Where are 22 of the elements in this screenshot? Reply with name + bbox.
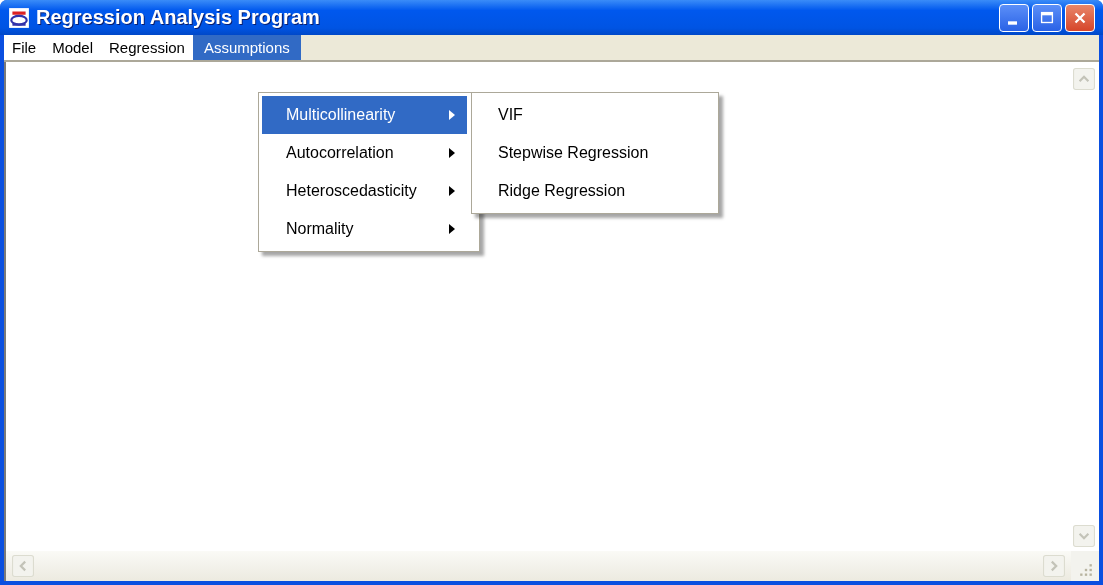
menu-bar-item[interactable]: Assumptions	[192, 35, 301, 60]
menu-item[interactable]: Heteroscedasticity	[262, 172, 467, 210]
close-button[interactable]	[1065, 3, 1095, 32]
scroll-up-icon[interactable]	[1073, 68, 1095, 90]
scroll-right-icon[interactable]	[1043, 555, 1065, 577]
menu-bar-item[interactable]: File	[4, 35, 45, 60]
scroll-down-icon[interactable]	[1073, 525, 1095, 547]
app-icon	[8, 6, 30, 29]
maximize-button[interactable]	[1032, 3, 1062, 32]
menu-item[interactable]: VIF	[472, 96, 718, 134]
scroll-left-icon[interactable]	[12, 555, 34, 577]
minimize-icon	[1007, 20, 1017, 25]
window-title: Regression Analysis Program	[36, 6, 321, 29]
menu-bar-item[interactable]: Model	[44, 35, 102, 60]
menu-item[interactable]: Autocorrelation	[262, 134, 467, 172]
menu-item[interactable]: Multicollinearity	[262, 96, 467, 134]
resize-grip-icon[interactable]	[1079, 563, 1093, 577]
minimize-button[interactable]	[999, 3, 1029, 32]
menu-item[interactable]: Normality	[262, 210, 467, 248]
menu-item[interactable]: Ridge Regression	[472, 172, 718, 210]
menu-bar-item[interactable]: Regression	[101, 35, 193, 60]
menu-item[interactable]: Stepwise Regression	[472, 134, 718, 172]
